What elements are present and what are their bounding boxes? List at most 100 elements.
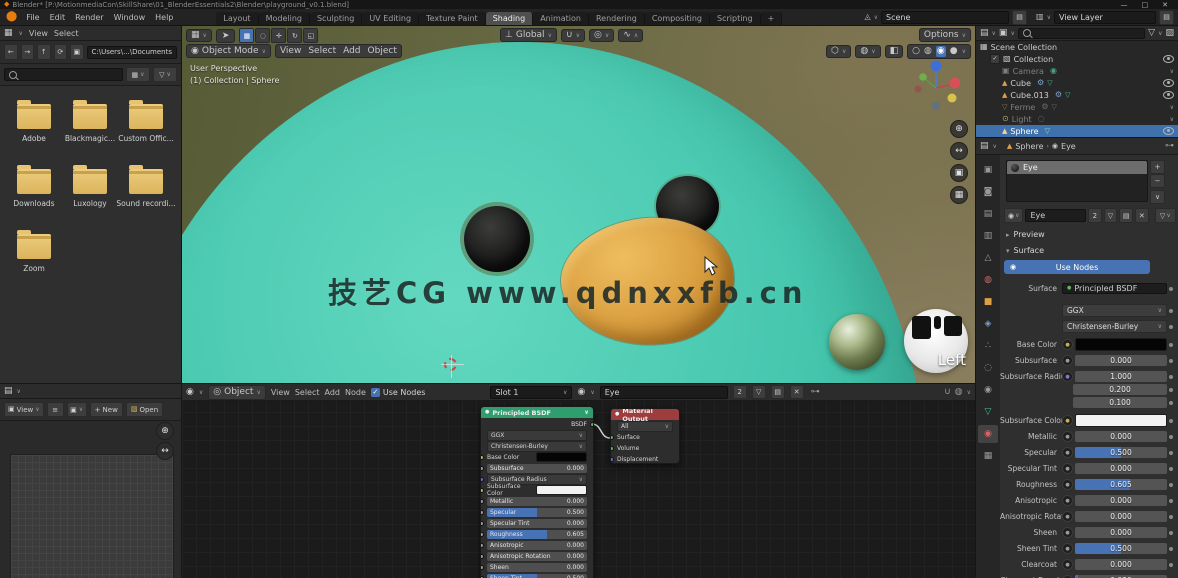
eye-visibility-icon[interactable] xyxy=(1163,79,1174,87)
file-browser-menu-select[interactable]: Select xyxy=(54,29,79,38)
folder-item[interactable]: Sound recordi... xyxy=(118,169,174,208)
tab-object-data[interactable]: ▽ xyxy=(978,403,998,421)
keyframe-dot[interactable] xyxy=(1167,499,1175,503)
tab-render[interactable]: ◙ xyxy=(978,183,998,201)
navigation-gizmo[interactable] xyxy=(912,56,960,116)
chevron-down-icon[interactable]: ∨ xyxy=(1170,104,1174,111)
tab-sculpting[interactable]: Sculpting xyxy=(310,12,362,25)
anisotropic-rotation-socket[interactable] xyxy=(480,554,484,559)
tab-scene[interactable]: △ xyxy=(978,249,998,267)
sheen-input-toggle[interactable]: ● xyxy=(1062,527,1073,538)
roughness-input-toggle[interactable]: ● xyxy=(1062,479,1073,490)
roughness-slider[interactable]: Roughness0.605 xyxy=(487,530,587,539)
browse-image-button[interactable]: ▣∨ xyxy=(67,402,87,417)
tab-texture[interactable]: ▦ xyxy=(978,447,998,465)
menu-file[interactable]: File xyxy=(21,13,44,22)
wireframe-shading-icon[interactable]: ○ xyxy=(912,47,920,56)
outliner-row-sphere[interactable]: ▲ Sphere ▽ xyxy=(976,125,1178,137)
image-pan-icon[interactable]: ↔ xyxy=(156,442,174,460)
folder-item[interactable]: Downloads xyxy=(6,169,62,208)
outliner-row-camera[interactable]: ▣ Camera ◉ ∨ xyxy=(976,65,1178,77)
tab-animation[interactable]: Animation xyxy=(533,12,589,25)
keyframe-dot[interactable] xyxy=(1167,325,1175,329)
subsurface-slider[interactable]: 0.000 xyxy=(1075,355,1167,366)
maximize-button[interactable]: □ xyxy=(1142,1,1149,9)
keyframe-dot[interactable] xyxy=(1167,401,1175,405)
material-name-field[interactable]: Eye xyxy=(1025,209,1086,222)
eye-visibility-icon[interactable] xyxy=(1163,55,1174,63)
tab-material[interactable]: ◉ xyxy=(978,425,998,443)
tab-world[interactable]: ◍ xyxy=(978,271,998,289)
specular-socket[interactable] xyxy=(480,510,484,515)
close-button[interactable]: ✕ xyxy=(1162,1,1168,9)
folder-item[interactable]: Blackmagic... xyxy=(62,104,118,143)
tab-modifiers[interactable]: ◈ xyxy=(978,315,998,333)
active-tool-icon[interactable]: ➤ xyxy=(216,29,236,43)
viewport-menu-add[interactable]: Add xyxy=(343,46,360,56)
viewport-tool-dropdown[interactable]: ▦∨ xyxy=(186,29,212,42)
nav-up-button[interactable]: ↑ xyxy=(37,44,51,60)
mode-dropdown[interactable]: ◉Object Mode∨ xyxy=(186,44,271,58)
tab-output[interactable]: ▤ xyxy=(978,205,998,223)
xray-toggle[interactable]: ◧ xyxy=(885,45,904,58)
sheen-socket[interactable] xyxy=(480,565,484,570)
tool-rotate-icon[interactable]: ↻ xyxy=(287,28,302,43)
chevron-down-icon[interactable]: ∨ xyxy=(1170,68,1174,75)
viewport-zoom-icon[interactable]: ⊕ xyxy=(950,120,968,138)
outliner-row-scene-collection[interactable]: ▦ Scene Collection xyxy=(976,41,1178,53)
outliner-search-input[interactable] xyxy=(1018,28,1145,39)
nav-back-button[interactable]: ← xyxy=(4,44,18,60)
subsurface-socket[interactable] xyxy=(480,466,484,471)
fake-user-shield-icon[interactable]: ▽ xyxy=(1104,208,1118,223)
keyframe-dot[interactable] xyxy=(1167,359,1175,363)
view-layer-selector[interactable]: View Layer xyxy=(1054,11,1156,24)
outliner-type-icon[interactable]: ▤ xyxy=(980,29,989,38)
breadcrumb-material[interactable]: Eye xyxy=(1061,142,1076,151)
clearcoat-input-toggle[interactable]: ● xyxy=(1062,559,1073,570)
surface-shader-field[interactable]: ●Principled BSDF xyxy=(1062,283,1167,294)
keyframe-dot[interactable] xyxy=(1167,375,1175,379)
output-target-dropdown[interactable]: All∨ xyxy=(617,421,673,432)
outliner-row-cube013[interactable]: ▲ Cube.013 ⚙ ▽ xyxy=(976,89,1178,101)
browse-material-button[interactable]: ◉∨ xyxy=(1004,208,1023,223)
menu-render[interactable]: Render xyxy=(70,13,108,22)
outliner-filter-icon[interactable]: ▽ xyxy=(1148,29,1155,38)
file-browser-menu-view[interactable]: View xyxy=(29,29,48,38)
subsurface-color-socket[interactable] xyxy=(480,488,484,493)
specular-tint-slider[interactable]: 0.000 xyxy=(1075,463,1167,474)
keyframe-dot[interactable] xyxy=(1167,419,1175,423)
copy-material-button[interactable]: ▤ xyxy=(1119,208,1133,223)
pin-icon[interactable]: ⊶ xyxy=(1165,142,1174,151)
minimize-button[interactable]: — xyxy=(1121,1,1128,9)
filter-button[interactable]: ▽∨ xyxy=(153,67,177,82)
new-folder-button[interactable]: ▣ xyxy=(70,44,84,60)
subsurface-radius-socket[interactable] xyxy=(480,477,484,482)
metallic-input-toggle[interactable]: ● xyxy=(1062,431,1073,442)
properties-type-icon[interactable]: ▤ xyxy=(980,142,989,151)
folder-item[interactable]: Custom Offic... xyxy=(118,104,174,143)
specular-tint-input-toggle[interactable]: ● xyxy=(1062,463,1073,474)
bsdf-output-socket[interactable] xyxy=(590,422,594,427)
eye-visibility-icon[interactable] xyxy=(1163,127,1174,135)
surface-section-header[interactable]: ▾ Surface xyxy=(1006,246,1044,255)
outliner-row-ferme[interactable]: ▽ Ferme ⚙ ▽ ∨ xyxy=(976,101,1178,113)
nav-forward-button[interactable]: → xyxy=(21,44,35,60)
path-field[interactable]: C:\Users\...\Documents xyxy=(87,46,178,59)
folder-item[interactable]: Adobe xyxy=(6,104,62,143)
menu-window[interactable]: Window xyxy=(109,13,151,22)
roughness-socket[interactable] xyxy=(480,532,484,537)
anisotropic-slider[interactable]: 0.000 xyxy=(1075,495,1167,506)
viewport-perspective-toggle-icon[interactable]: ▦ xyxy=(950,186,968,204)
image-canvas[interactable] xyxy=(10,454,174,578)
slot-specials-button[interactable]: ∨ xyxy=(1150,190,1165,204)
solid-shading-icon[interactable]: ◍ xyxy=(924,47,932,56)
use-nodes-button[interactable]: ◉ Use Nodes xyxy=(1004,260,1150,274)
principled-bsdf-node[interactable]: ●Principled BSDF∨ BSDF GGX∨ Christensen-… xyxy=(480,406,594,578)
display-mode-button[interactable]: ▦∨ xyxy=(126,67,150,82)
keyframe-dot[interactable] xyxy=(1167,287,1175,291)
keyframe-dot[interactable] xyxy=(1167,451,1175,455)
tab-constraints[interactable]: ◉ xyxy=(978,381,998,399)
falloff-dropdown[interactable]: ∿∧ xyxy=(618,29,643,42)
tab-compositing[interactable]: Compositing xyxy=(645,12,710,25)
material-slots-list[interactable]: Eye xyxy=(1006,160,1148,202)
